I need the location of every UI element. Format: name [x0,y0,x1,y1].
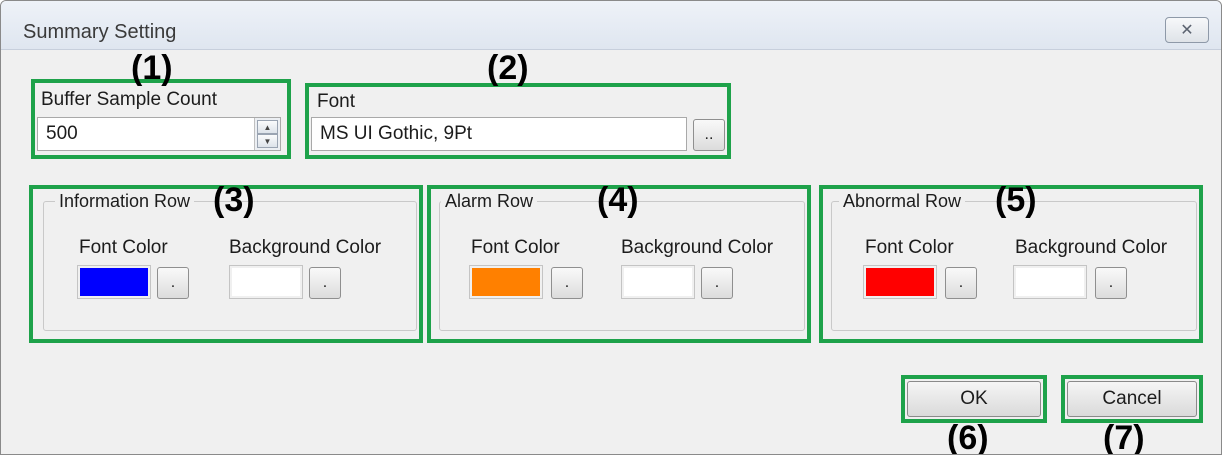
buffer-sample-count-value: 500 [46,123,78,144]
information-background-color-label: Background Color [229,237,382,258]
annotation-4: (4) [597,181,639,219]
alarm-font-color-swatch[interactable] [469,265,543,299]
information-font-color-label: Font Color [79,237,168,258]
abnormal-background-color-fill [1016,268,1084,296]
alarm-row-title: Alarm Row [441,191,538,212]
alarm-background-color-fill [624,268,692,296]
dialog-title: Summary Setting [23,21,177,43]
buffer-sample-count-spinner[interactable]: ▲ ▼ [254,118,280,150]
alarm-font-color-fill [472,268,540,296]
information-font-color-fill [80,268,148,296]
alarm-background-color-button[interactable]: . [701,267,733,299]
information-background-color-swatch[interactable] [229,265,303,299]
summary-setting-dialog: Summary Setting ✕ (1) Buffer Sample Coun… [0,0,1222,455]
alarm-font-color-button[interactable]: . [551,267,583,299]
spin-up-button[interactable]: ▲ [257,120,278,134]
annotation-7: (7) [1103,419,1145,455]
alarm-font-color-label: Font Color [471,237,560,258]
font-label: Font [317,91,356,112]
abnormal-background-color-swatch[interactable] [1013,265,1087,299]
information-background-color-fill [232,268,300,296]
close-button[interactable]: ✕ [1165,17,1209,43]
alarm-background-color-swatch[interactable] [621,265,695,299]
abnormal-background-color-label: Background Color [1015,237,1168,258]
font-browse-button[interactable]: .. [693,119,725,151]
annotation-1: (1) [131,49,173,87]
alarm-background-color-label: Background Color [621,237,774,258]
abnormal-font-color-swatch[interactable] [863,265,937,299]
information-font-color-swatch[interactable] [77,265,151,299]
buffer-sample-count-input[interactable]: 500 [37,117,281,151]
abnormal-font-color-button[interactable]: . [945,267,977,299]
information-background-color-button[interactable]: . [309,267,341,299]
font-input[interactable]: MS UI Gothic, 9Pt [311,117,687,151]
title-bar: Summary Setting ✕ [1,1,1221,50]
abnormal-font-color-label: Font Color [865,237,954,258]
annotation-5: (5) [995,181,1037,219]
font-value: MS UI Gothic, 9Pt [320,123,473,144]
arrow-down-icon: ▼ [263,136,272,146]
abnormal-font-color-fill [866,268,934,296]
ok-button[interactable]: OK [907,381,1041,417]
close-icon: ✕ [1180,22,1194,39]
spin-down-button[interactable]: ▼ [257,134,278,148]
buffer-sample-count-label: Buffer Sample Count [41,89,218,110]
annotation-6: (6) [947,419,989,455]
cancel-button[interactable]: Cancel [1067,381,1197,417]
information-font-color-button[interactable]: . [157,267,189,299]
abnormal-background-color-button[interactable]: . [1095,267,1127,299]
annotation-2: (2) [487,49,529,87]
abnormal-row-title: Abnormal Row [839,191,966,212]
information-row-title: Information Row [55,191,195,212]
annotation-3: (3) [213,181,255,219]
arrow-up-icon: ▲ [263,122,272,132]
